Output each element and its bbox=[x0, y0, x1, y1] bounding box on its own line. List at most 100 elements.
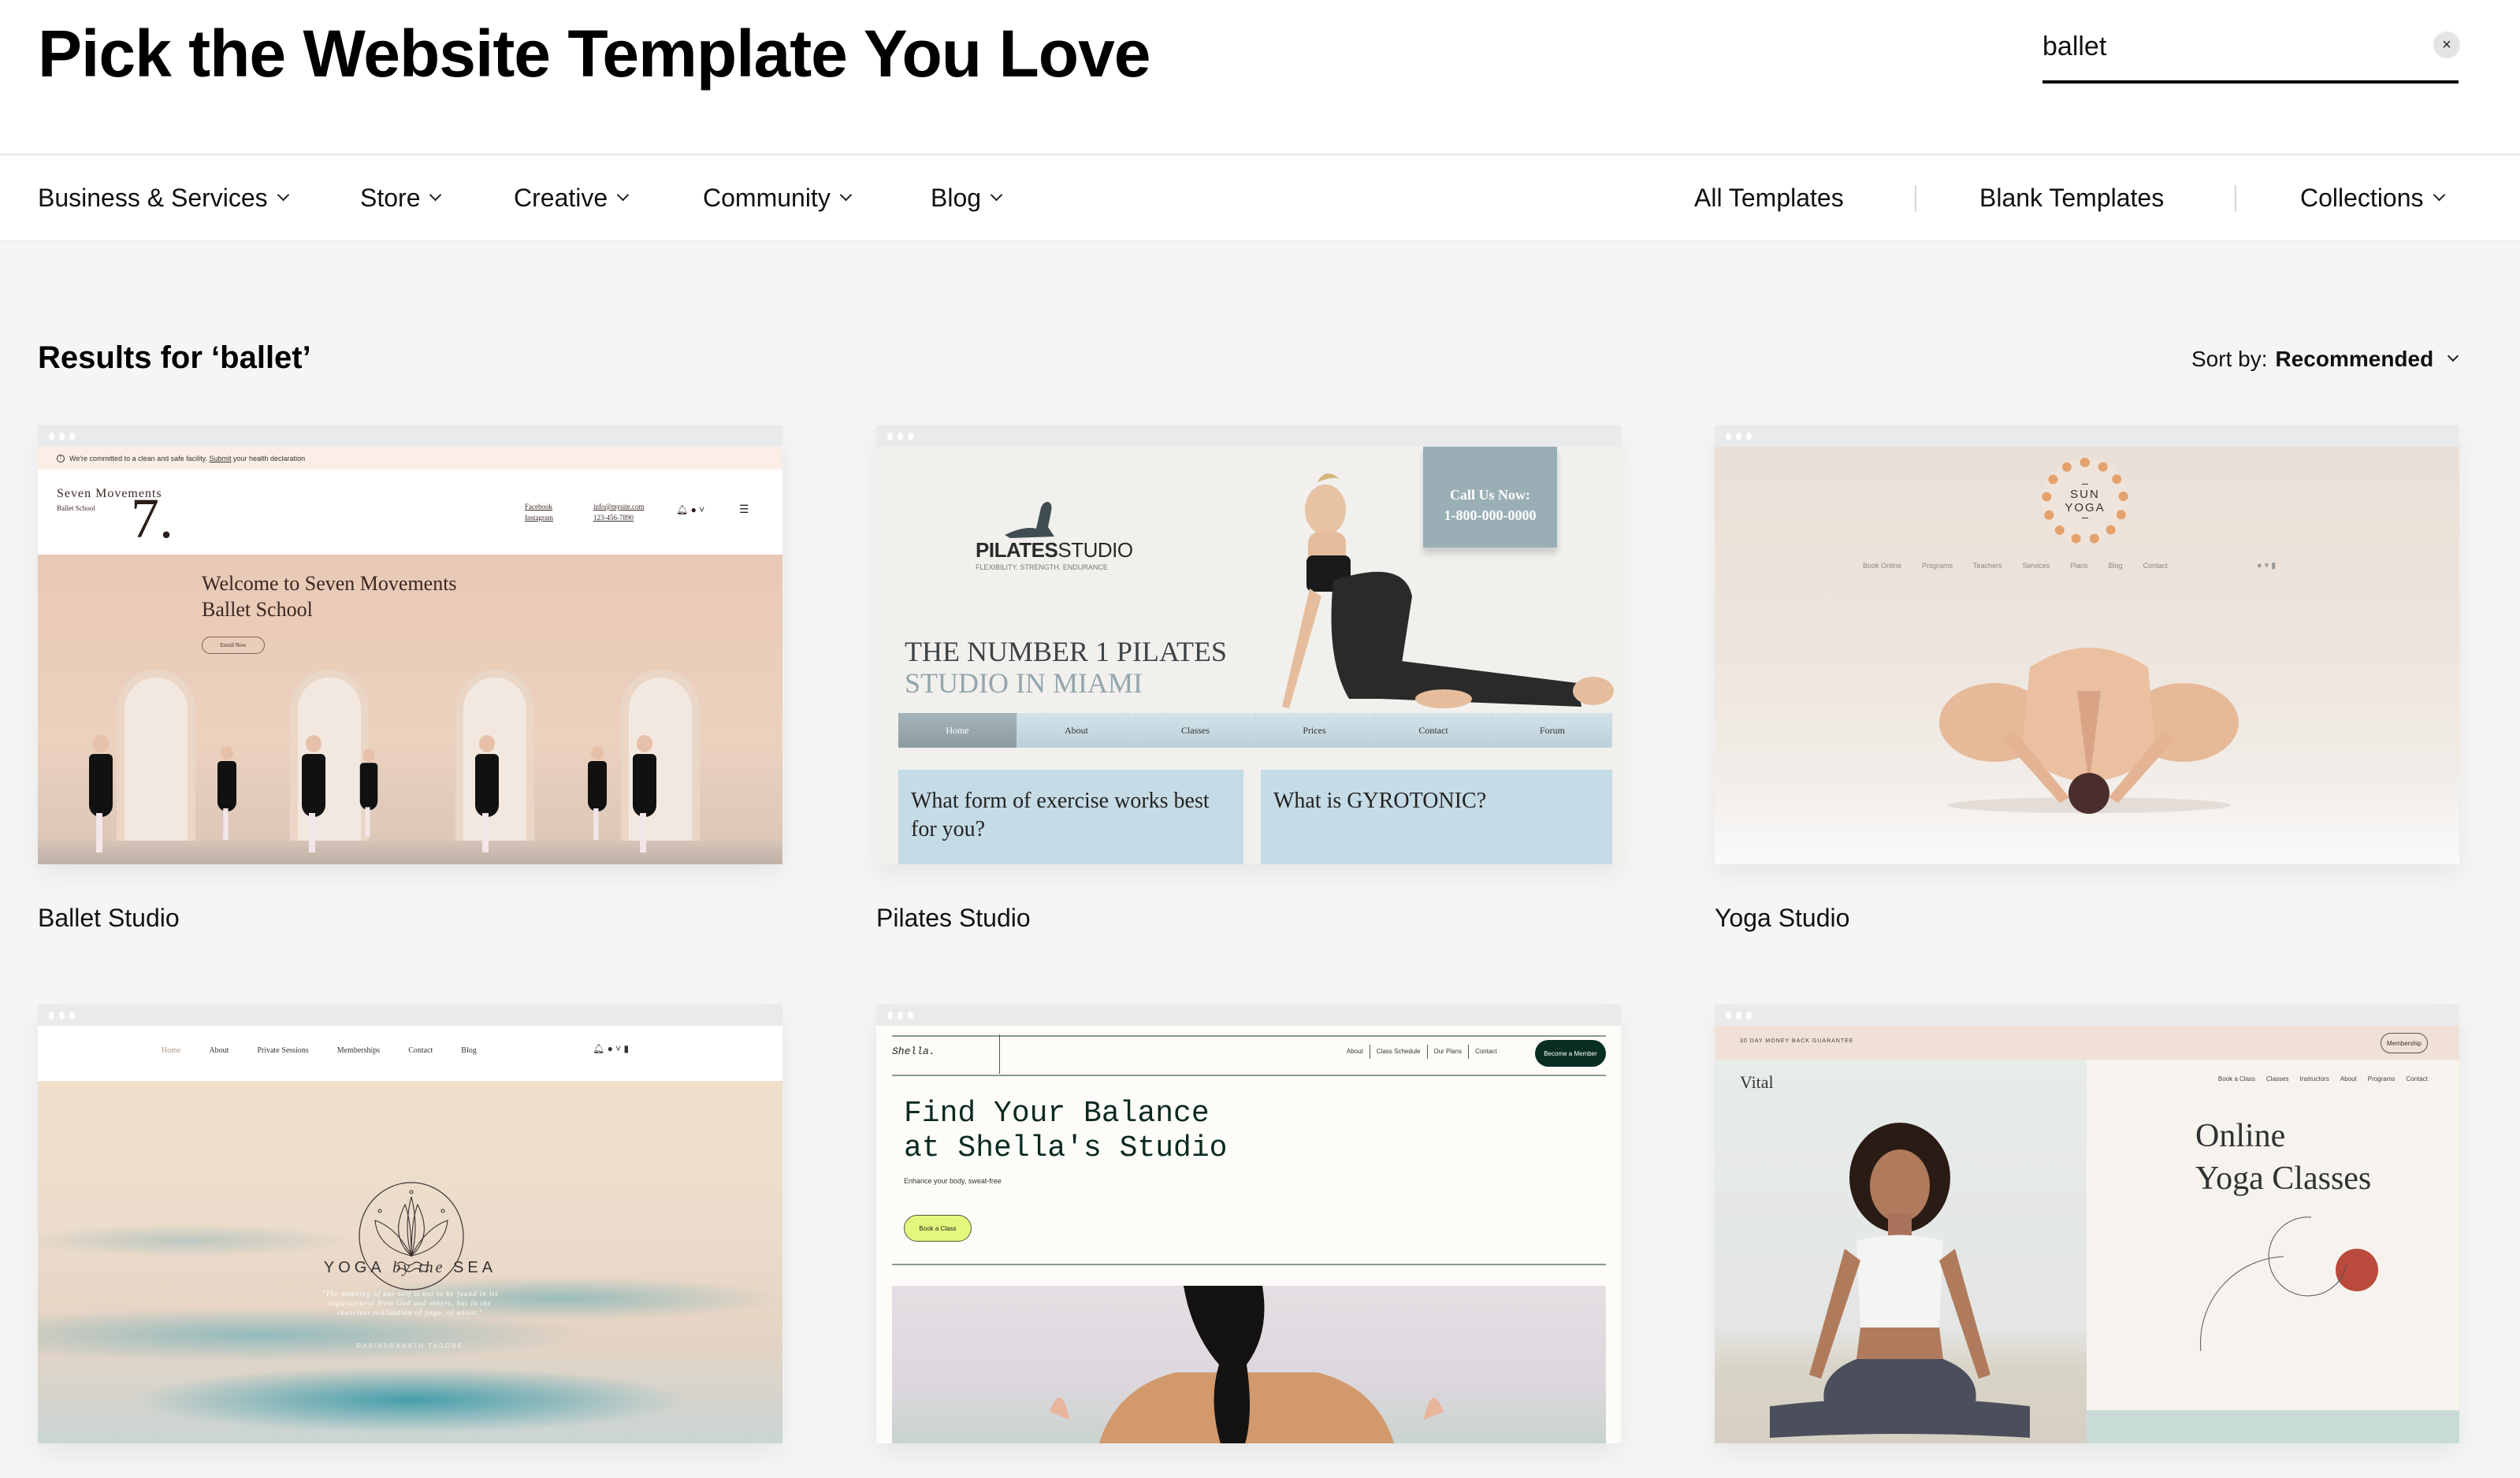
close-icon: × bbox=[2442, 35, 2451, 54]
preview-hero: Welcome to Seven Movements Ballet School… bbox=[38, 555, 782, 864]
sort-label: Sort by: bbox=[2191, 347, 2268, 371]
nav-label: Collections bbox=[2300, 184, 2424, 212]
preview-nav: About Class Schedule Our Plans Contact bbox=[1347, 1045, 1497, 1059]
preview-teal-section bbox=[2087, 1410, 2459, 1443]
decorative-arcs bbox=[2200, 1216, 2347, 1352]
nav-divider bbox=[1915, 185, 1916, 212]
template-thumbnail[interactable]: Call Us Now: 1-800-000-0000 PILATESSTUDI… bbox=[876, 425, 1621, 864]
nav-label: Store bbox=[360, 184, 421, 212]
preview-nav: Home About Private Sessions Memberships … bbox=[162, 1046, 477, 1055]
info-icon: ! bbox=[57, 454, 65, 462]
pilates-logo-icon bbox=[1005, 502, 1054, 538]
template-card-shella-studio[interactable]: Shella. About Class Schedule Our Plans C… bbox=[876, 1005, 1621, 1443]
nav-label: Business & Services bbox=[38, 184, 268, 212]
template-card-pilates-studio[interactable]: Call Us Now: 1-800-000-0000 PILATESSTUDI… bbox=[876, 425, 1621, 933]
sort-value: Recommended bbox=[2275, 347, 2434, 371]
template-name[interactable]: Ballet Studio bbox=[38, 904, 782, 933]
preview-cta: Enroll Now bbox=[202, 637, 265, 654]
browser-bar bbox=[38, 1005, 782, 1026]
preview-tagline: FLEXIBILITY. STRENGTH. ENDURANCE bbox=[976, 563, 1108, 571]
nav-blank-templates[interactable]: Blank Templates bbox=[1979, 184, 2164, 213]
preview-box: What form of exercise works best for you… bbox=[898, 770, 1243, 864]
chevron-down-icon bbox=[2448, 350, 2459, 362]
preview-cta: Become a Member bbox=[1535, 1040, 1606, 1067]
sort-dropdown[interactable]: Sort by: Recommended bbox=[2191, 347, 2459, 372]
cart-icon: 🔔︎ ● ˅ ▮ bbox=[593, 1043, 630, 1054]
results-title: Results for ‘ballet’ bbox=[38, 340, 311, 375]
nav-business-services[interactable]: Business & Services bbox=[38, 184, 289, 213]
template-thumbnail[interactable]: ! We're committed to a clean and safe fa… bbox=[38, 425, 782, 864]
browser-bar bbox=[1715, 425, 2459, 447]
template-thumbnail[interactable]: SUN YOGA Book Online Programs Teachers S… bbox=[1715, 425, 2459, 864]
preview-photo bbox=[892, 1286, 1606, 1443]
template-thumbnail[interactable]: 30 DAY MONEY BACK GUARANTEE Membership V… bbox=[1715, 1005, 2459, 1443]
preview: 30 DAY MONEY BACK GUARANTEE Membership V… bbox=[1715, 1026, 2459, 1443]
preview-site-sub: Ballet School bbox=[57, 504, 95, 512]
chevron-down-icon bbox=[839, 188, 853, 202]
nav-community[interactable]: Community bbox=[703, 184, 853, 213]
preview: Home About Private Sessions Memberships … bbox=[38, 1026, 782, 1443]
preview-photo: Vital bbox=[1715, 1060, 2087, 1443]
preview-header: Home About Private Sessions Memberships … bbox=[38, 1026, 782, 1081]
user-icon: ● ▾ ▮ bbox=[2257, 561, 2277, 570]
browser-bar bbox=[38, 425, 782, 447]
template-card-ballet-studio[interactable]: ! We're committed to a clean and safe fa… bbox=[38, 425, 782, 933]
page-header: Pick the Website Template You Love × bbox=[0, 0, 2520, 155]
preview: Call Us Now: 1-800-000-0000 PILATESSTUDI… bbox=[876, 447, 1621, 864]
clear-search-button[interactable]: × bbox=[2433, 32, 2460, 58]
browser-bar bbox=[876, 1005, 1621, 1026]
template-thumbnail[interactable]: Home About Private Sessions Memberships … bbox=[38, 1005, 782, 1443]
template-name[interactable]: Yoga Studio bbox=[1715, 904, 2459, 933]
preview-logo: Shella. bbox=[892, 1045, 935, 1057]
preview-title: YOGA by the SEA bbox=[323, 1259, 497, 1276]
template-thumbnail[interactable]: Shella. About Class Schedule Our Plans C… bbox=[876, 1005, 1621, 1443]
chevron-down-icon bbox=[277, 188, 289, 202]
nav-label: Community bbox=[703, 184, 831, 212]
template-card-vital[interactable]: 30 DAY MONEY BACK GUARANTEE Membership V… bbox=[1715, 1005, 2459, 1443]
category-nav: Business & Services Store Creative Commu… bbox=[0, 155, 2520, 240]
preview-box: What is GYROTONIC? bbox=[1261, 770, 1612, 864]
preview-hero-title: Welcome to Seven Movements Ballet School bbox=[202, 572, 457, 621]
browser-bar bbox=[1715, 1005, 2459, 1026]
nav-all-templates[interactable]: All Templates bbox=[1694, 184, 1844, 213]
template-name[interactable]: Pilates Studio bbox=[876, 904, 1621, 933]
nav-store[interactable]: Store bbox=[360, 184, 442, 213]
preview-nav: Book Online Programs Teachers Services P… bbox=[1863, 562, 2168, 570]
template-card-yoga-by-the-sea[interactable]: Home About Private Sessions Memberships … bbox=[38, 1005, 782, 1443]
preview-membership-button: Membership bbox=[2381, 1033, 2428, 1053]
nav-label: Blank Templates bbox=[1979, 184, 2165, 212]
chevron-down-icon bbox=[2433, 188, 2445, 202]
preview-book-button: Book a Class bbox=[904, 1215, 972, 1242]
nav-label: Blog bbox=[931, 184, 982, 212]
preview-banner: 30 DAY MONEY BACK GUARANTEE Membership bbox=[1715, 1026, 2459, 1060]
menu-icon: ☰ bbox=[739, 503, 749, 515]
nav-divider bbox=[2235, 185, 2236, 212]
preview-headline: Find Your Balance at Shella's Studio bbox=[904, 1097, 1228, 1165]
preview-quote-author: RABINDRANATH TAGORE bbox=[356, 1342, 464, 1350]
nav-label: Creative bbox=[514, 184, 608, 212]
preview-subtitle: Enhance your body, sweat-free bbox=[904, 1177, 1002, 1185]
preview-headline: THE NUMBER 1 PILATES STUDIO IN MIAMI bbox=[905, 636, 1228, 699]
preview-banner: ! We're committed to a clean and safe fa… bbox=[38, 447, 782, 470]
preview-logo: PILATESSTUDIO bbox=[976, 538, 1133, 562]
nav-blog[interactable]: Blog bbox=[931, 184, 1003, 213]
preview-content: Book a Class Classes Instructors About P… bbox=[2087, 1060, 2459, 1410]
preview-hero: YOGA by the SEA "The meaning of our self… bbox=[38, 1081, 782, 1443]
search-field[interactable]: × bbox=[2042, 20, 2460, 84]
preview: SUN YOGA Book Online Programs Teachers S… bbox=[1715, 447, 2459, 864]
sun-logo: SUN YOGA bbox=[2042, 458, 2128, 544]
preview: Shella. About Class Schedule Our Plans C… bbox=[876, 1026, 1621, 1443]
nav-collections[interactable]: Collections bbox=[2300, 184, 2445, 213]
yoga-pose-image bbox=[1939, 648, 2239, 814]
preview-header: Seven Movements Ballet School 7. Faceboo… bbox=[38, 470, 782, 555]
search-input[interactable] bbox=[2042, 27, 2405, 66]
preview-logo: 7. bbox=[131, 487, 173, 550]
template-card-yoga-studio[interactable]: SUN YOGA Book Online Programs Teachers S… bbox=[1715, 425, 2459, 933]
preview-social-links: Facebook Instagram bbox=[525, 503, 553, 522]
chevron-down-icon bbox=[429, 188, 442, 202]
preview-nav: Home About Classes Prices Contact Forum bbox=[898, 713, 1612, 748]
preview: ! We're committed to a clean and safe fa… bbox=[38, 447, 782, 864]
nav-label: All Templates bbox=[1694, 184, 1844, 212]
nav-creative[interactable]: Creative bbox=[514, 184, 630, 213]
chevron-down-icon bbox=[616, 188, 630, 202]
